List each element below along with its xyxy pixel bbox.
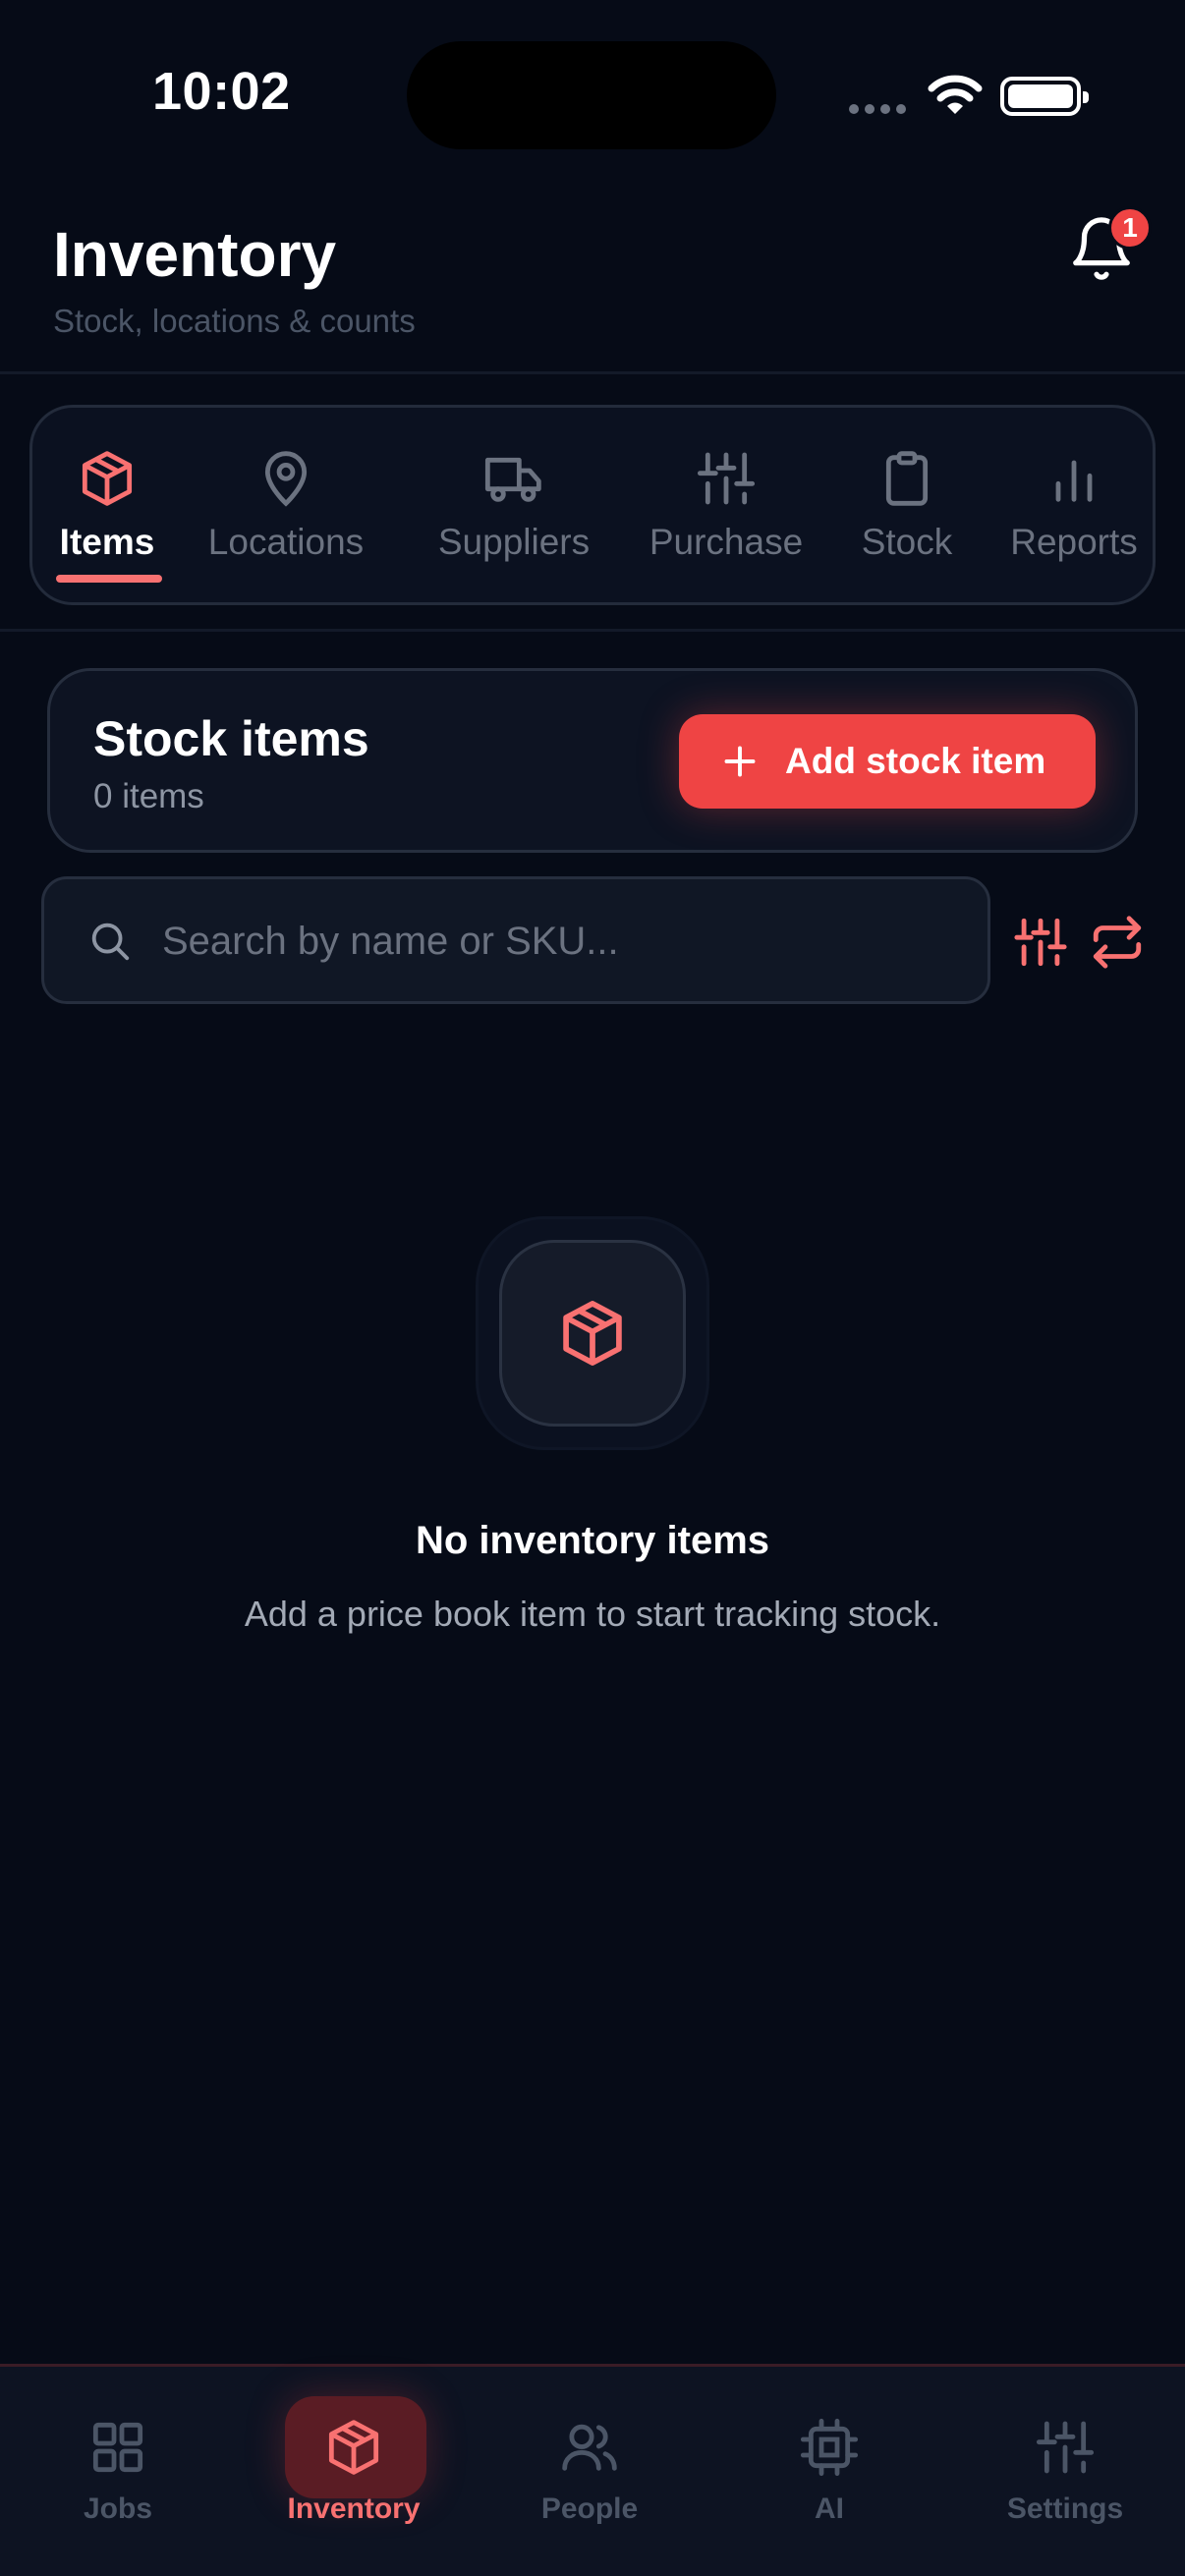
nav-ai[interactable]: AI [731,2367,928,2576]
search-box[interactable] [41,876,990,1004]
nav-label: AI [815,2492,844,2525]
tab-label: Locations [207,522,365,562]
nav-settings[interactable]: Settings [967,2367,1163,2576]
battery-icon [1000,77,1089,116]
nav-jobs[interactable]: Jobs [20,2367,216,2576]
filter-sliders-icon[interactable] [1012,914,1069,971]
add-stock-item-label: Add stock item [785,741,1046,781]
box-icon [563,1301,622,1366]
map-pin-icon [264,451,308,507]
plus-icon [724,746,756,777]
nav-label: Inventory [287,2492,421,2525]
stock-items-title: Stock items [93,711,369,766]
inventory-tabs: Items Locations Suppliers Purchase Stock… [29,405,1156,605]
empty-state-title: No inventory items [415,1519,770,1562]
tab-reports[interactable]: Reports [995,408,1153,602]
box-icon [82,451,133,506]
nav-label: People [540,2492,639,2525]
cellular-signal-icon [849,104,906,114]
status-time: 10:02 [152,62,291,121]
wifi-icon [928,75,983,114]
tab-label: Stock [861,522,953,562]
chip-icon [800,2418,859,2477]
tab-locations[interactable]: Locations [198,408,374,602]
tab-label: Suppliers [437,522,591,562]
sliders-icon [697,452,756,505]
empty-state-subtitle: Add a price book item to start tracking … [244,1594,941,1634]
empty-state-icon-container [499,1240,686,1427]
notification-badge: 1 [1108,206,1152,250]
search-input[interactable] [162,907,948,976]
nav-inventory[interactable]: Inventory [255,2367,452,2576]
tab-label: Reports [1010,522,1138,562]
tab-stock[interactable]: Stock [838,408,976,602]
clipboard-icon [885,451,929,506]
bottom-navigation: Jobs Inventory People AI Settings [0,2364,1185,2576]
stock-items-count: 0 items [93,777,204,815]
nav-label: Settings [1006,2492,1124,2525]
active-tab-indicator [56,575,162,583]
users-icon [562,2424,617,2471]
tab-label: Purchase [649,522,804,562]
nav-label: Jobs [83,2492,153,2525]
nav-people[interactable]: People [491,2367,688,2576]
tabs-divider [0,629,1185,632]
truck-icon [484,457,541,502]
grid-icon [92,2422,143,2473]
tab-label: Items [59,522,155,562]
tab-items[interactable]: Items [36,408,178,602]
add-stock-item-button[interactable]: Add stock item [679,714,1096,809]
stock-items-card: Stock items 0 items Add stock item [47,668,1138,853]
inventory-screen: 10:02 Inventory Stock, locations & count… [0,0,1185,2576]
page-title: Inventory [53,219,337,290]
header-divider [0,371,1185,374]
bar-chart-icon [1055,460,1093,502]
dynamic-island [407,41,776,149]
sort-swap-icon[interactable] [1089,914,1146,971]
box-icon [328,2420,379,2475]
page-subtitle: Stock, locations & counts [53,303,416,339]
tab-suppliers[interactable]: Suppliers [416,408,612,602]
tab-purchase[interactable]: Purchase [636,408,817,602]
search-icon [91,923,130,961]
sliders-icon [1036,2421,1095,2474]
